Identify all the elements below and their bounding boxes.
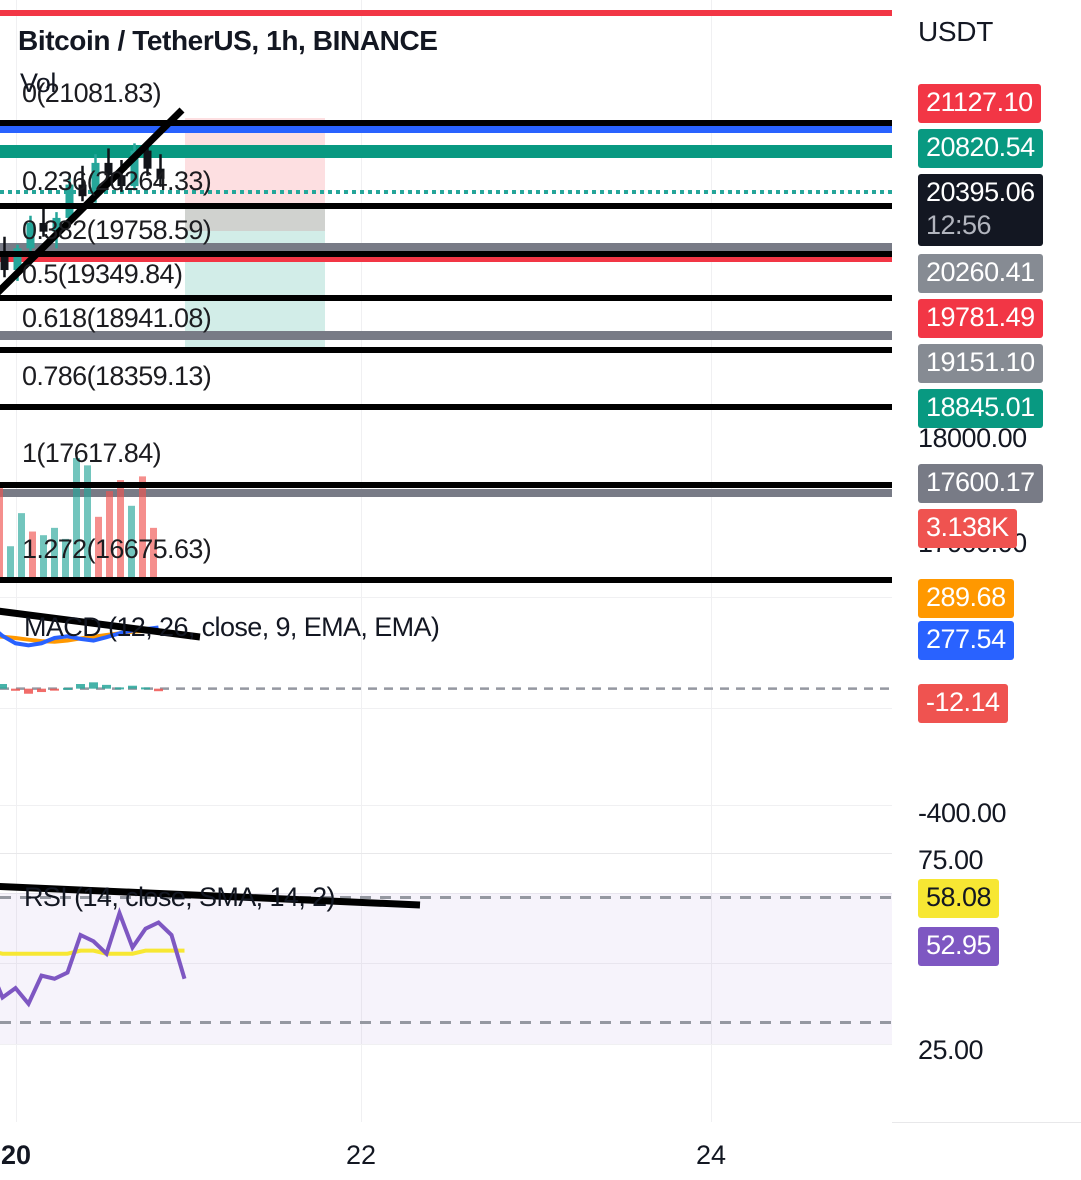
- rsi-legend[interactable]: RSI (14, close, SMA, 14, 2): [24, 882, 336, 913]
- price-badge[interactable]: 19781.49: [918, 299, 1043, 338]
- price-badge-time: 12:56: [926, 210, 992, 240]
- price-badge-value: 20260.41: [926, 257, 1035, 287]
- price-badge[interactable]: 277.54: [918, 621, 1014, 660]
- price-badge[interactable]: 58.08: [918, 879, 1000, 918]
- price-badge[interactable]: 3.138K: [918, 509, 1017, 548]
- price-badge[interactable]: 289.68: [918, 579, 1014, 618]
- price-badge[interactable]: -12.14: [918, 684, 1008, 723]
- fib-level-label: 0.5(19349.84): [22, 259, 183, 289]
- price-badge[interactable]: 18845.01: [918, 389, 1043, 428]
- price-badge[interactable]: 21127.10: [918, 84, 1041, 123]
- price-badge[interactable]: 19151.10: [918, 344, 1043, 383]
- price-badge-value: 17600.17: [926, 467, 1035, 497]
- price-badge-value: 52.95: [926, 930, 992, 960]
- price-badge[interactable]: 17600.17: [918, 464, 1043, 503]
- time-axis[interactable]: 20 22 24: [0, 1122, 892, 1180]
- time-axis-tick: 22: [345, 1140, 377, 1170]
- fib-level-label: 0.236(20264.33): [22, 166, 212, 196]
- price-badge-value: 3.138K: [926, 512, 1009, 542]
- price-badge-value: 19151.10: [926, 347, 1035, 377]
- price-scale-tick: 75.00: [918, 845, 984, 875]
- currency-label: USDT: [918, 16, 994, 47]
- price-scale-tick: -400.00: [918, 798, 1007, 828]
- time-axis-tick: 24: [695, 1140, 727, 1170]
- price-badge-value: 21127.10: [926, 87, 1033, 117]
- price-scale[interactable]: USDT 18000.0017000.00-400.0075.0025.00 2…: [892, 0, 1081, 1122]
- price-badge-value: 20820.54: [926, 132, 1035, 162]
- rsi-line[interactable]: [0, 907, 187, 1008]
- price-badge-value: 18845.01: [926, 392, 1035, 422]
- rsi-sma-line[interactable]: [0, 944, 185, 956]
- tradingview-chart-screenshot: 0(21081.83) 0.236(20264.33) 0.382(19758.59…: [0, 0, 1081, 1180]
- price-badge-value: 58.08: [926, 882, 992, 912]
- fib-level-label: 0.382(19758.59): [22, 215, 212, 245]
- price-badge-value: 20395.06: [926, 177, 1035, 207]
- price-badge-value: 19781.49: [926, 302, 1035, 332]
- volume-legend[interactable]: Vol: [20, 68, 56, 99]
- time-axis-tick: 20: [0, 1140, 32, 1170]
- macd-legend[interactable]: MACD (12, 26, close, 9, EMA, EMA): [24, 612, 440, 643]
- price-badge-value: 289.68: [926, 582, 1006, 612]
- fib-level-label: 1.272(16675.63): [22, 534, 212, 564]
- fib-level-label: 0.618(18941.08): [22, 303, 212, 333]
- fib-level-label: 1(17617.84): [22, 438, 162, 468]
- price-badge[interactable]: 20260.41: [918, 254, 1043, 293]
- price-badge[interactable]: 52.95: [918, 927, 1000, 966]
- price-badge[interactable]: 20820.54: [918, 129, 1043, 168]
- price-badge-value: -12.14: [926, 687, 1000, 717]
- price-scale-tick: 25.00: [918, 1035, 984, 1065]
- fib-level-label: 0.786(18359.13): [22, 361, 212, 391]
- price-badge-value: 277.54: [926, 624, 1006, 654]
- price-badge[interactable]: 20395.06 12:56: [918, 174, 1043, 246]
- page-title: Bitcoin / TetherUS, 1h, BINANCE: [18, 25, 438, 56]
